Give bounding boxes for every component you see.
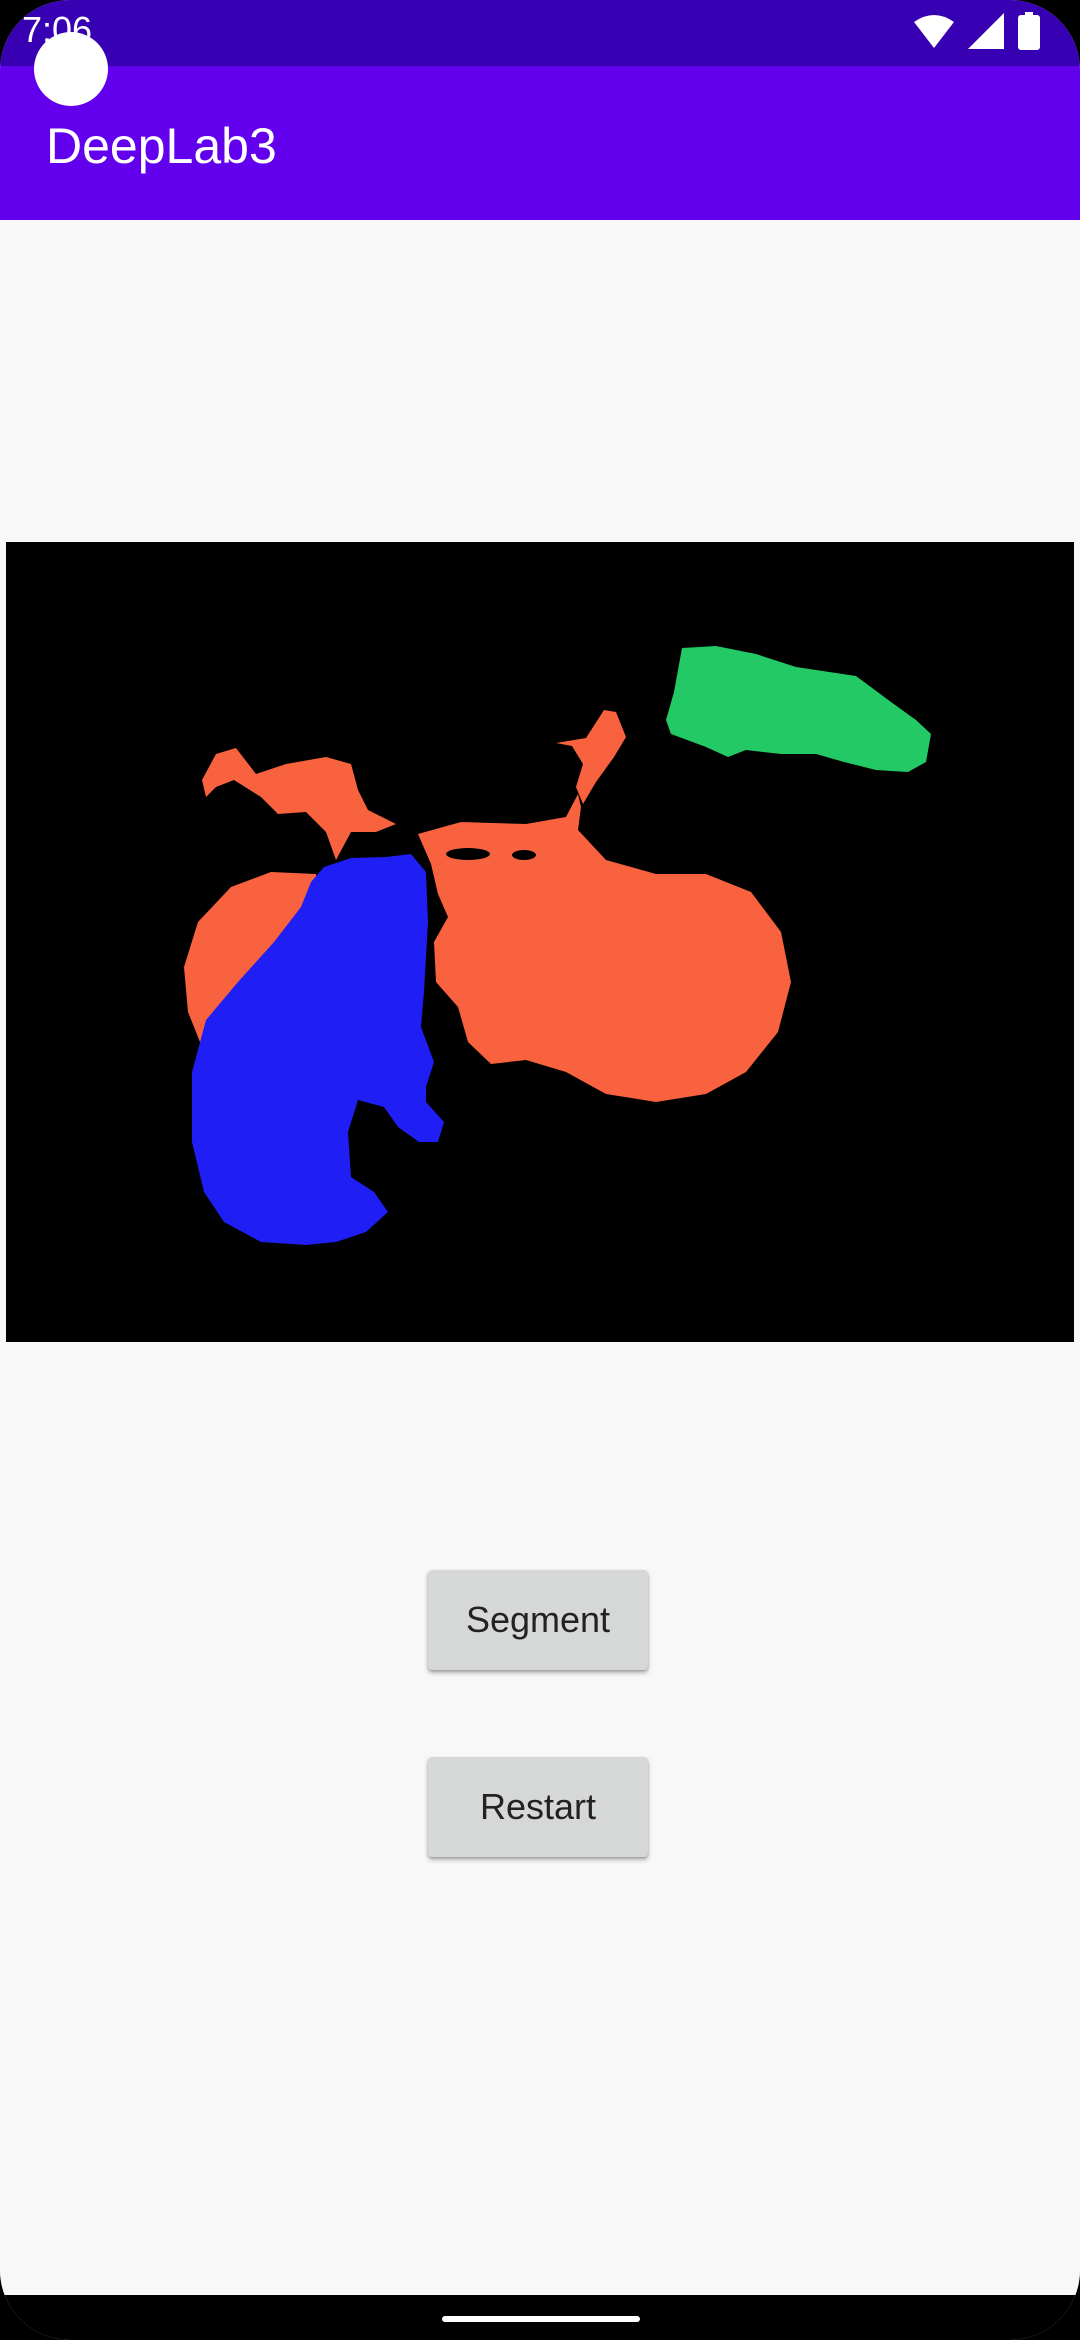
status-icons: [914, 11, 1040, 55]
orange-region-stem: [556, 710, 626, 804]
segmentation-result-image: [6, 542, 1074, 1342]
restart-button[interactable]: Restart: [428, 1757, 648, 1857]
wifi-icon: [914, 14, 954, 53]
battery-icon: [1018, 11, 1040, 55]
signal-icon: [968, 12, 1004, 54]
navigation-bar: [0, 2295, 1080, 2340]
orange-region-main: [418, 794, 791, 1102]
segment-button[interactable]: Segment: [428, 1570, 648, 1670]
phone-screen: 7:06 DeepLab3 Segment Restart: [0, 0, 1080, 2340]
main-content: Segment Restart: [0, 220, 1080, 2295]
app-bar: DeepLab3: [0, 66, 1080, 220]
camera-cutout: [34, 32, 108, 106]
orange-region-left-top: [202, 748, 396, 860]
app-title: DeepLab3: [46, 118, 277, 174]
home-gesture-handle[interactable]: [442, 2316, 640, 2322]
status-bar: 7:06: [0, 0, 1080, 66]
green-region: [666, 646, 931, 772]
